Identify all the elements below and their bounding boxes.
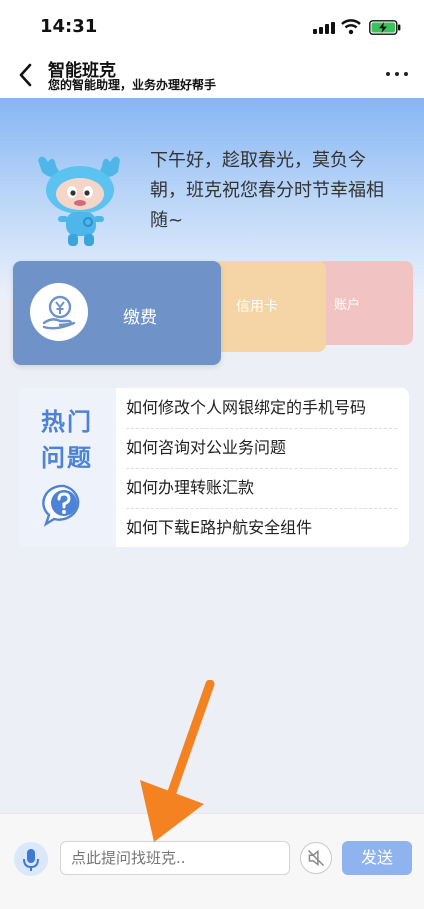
question-input[interactable] xyxy=(60,841,290,875)
signal-icon xyxy=(313,22,335,34)
hot-questions-list: 如何修改个人网银绑定的手机号码 如何咨询对公业务问题 如何办理转账汇款 如何下载… xyxy=(116,388,409,547)
microphone-icon[interactable] xyxy=(14,842,48,876)
mascot-icon xyxy=(38,156,120,246)
nav-bar: 智能班克 您的智能助理，业务办理好帮手 xyxy=(0,52,424,98)
hot-questions-header: 热门 问题 xyxy=(18,388,116,547)
input-bar: 发送 xyxy=(0,813,424,909)
battery-charging-icon xyxy=(369,20,401,35)
back-arrow-icon[interactable] xyxy=(14,60,38,90)
hot-questions-title-line2: 问题 xyxy=(41,444,93,472)
credit-card-card[interactable]: 信用卡 xyxy=(212,261,326,352)
pay-card-label: 缴费 xyxy=(123,308,157,328)
status-bar: 14:31 xyxy=(0,0,424,52)
question-item[interactable]: 如何下载E路护航安全组件 xyxy=(116,508,409,547)
mute-icon[interactable] xyxy=(300,842,332,874)
yuan-hand-icon xyxy=(30,283,88,341)
status-time: 14:31 xyxy=(40,16,98,37)
question-item[interactable]: 如何修改个人网银绑定的手机号码 xyxy=(116,388,409,428)
question-bubble-icon xyxy=(42,484,80,527)
wifi-icon xyxy=(341,19,361,35)
account-card-label: 账户 xyxy=(334,298,361,313)
page-subtitle: 您的智能助理，业务办理好帮手 xyxy=(48,78,217,92)
account-card[interactable]: 账户 xyxy=(316,261,413,345)
credit-card-label: 信用卡 xyxy=(236,299,278,315)
pay-card[interactable]: 缴费 xyxy=(13,261,221,365)
send-button[interactable]: 发送 xyxy=(342,841,412,875)
hot-questions-title-line1: 热门 xyxy=(41,408,93,436)
more-icon[interactable] xyxy=(384,64,410,84)
question-item[interactable]: 如何咨询对公业务问题 xyxy=(116,428,409,468)
hot-questions-panel: 热门 问题 如何修改个人网银绑定的手机号码 如何咨询对公业务问题 如何办理转账汇… xyxy=(18,388,409,547)
greeting-text: 下午好，趁取春光，莫负今朝，班克祝您春分时节幸福相随~ xyxy=(150,150,384,231)
question-item[interactable]: 如何办理转账汇款 xyxy=(116,468,409,508)
